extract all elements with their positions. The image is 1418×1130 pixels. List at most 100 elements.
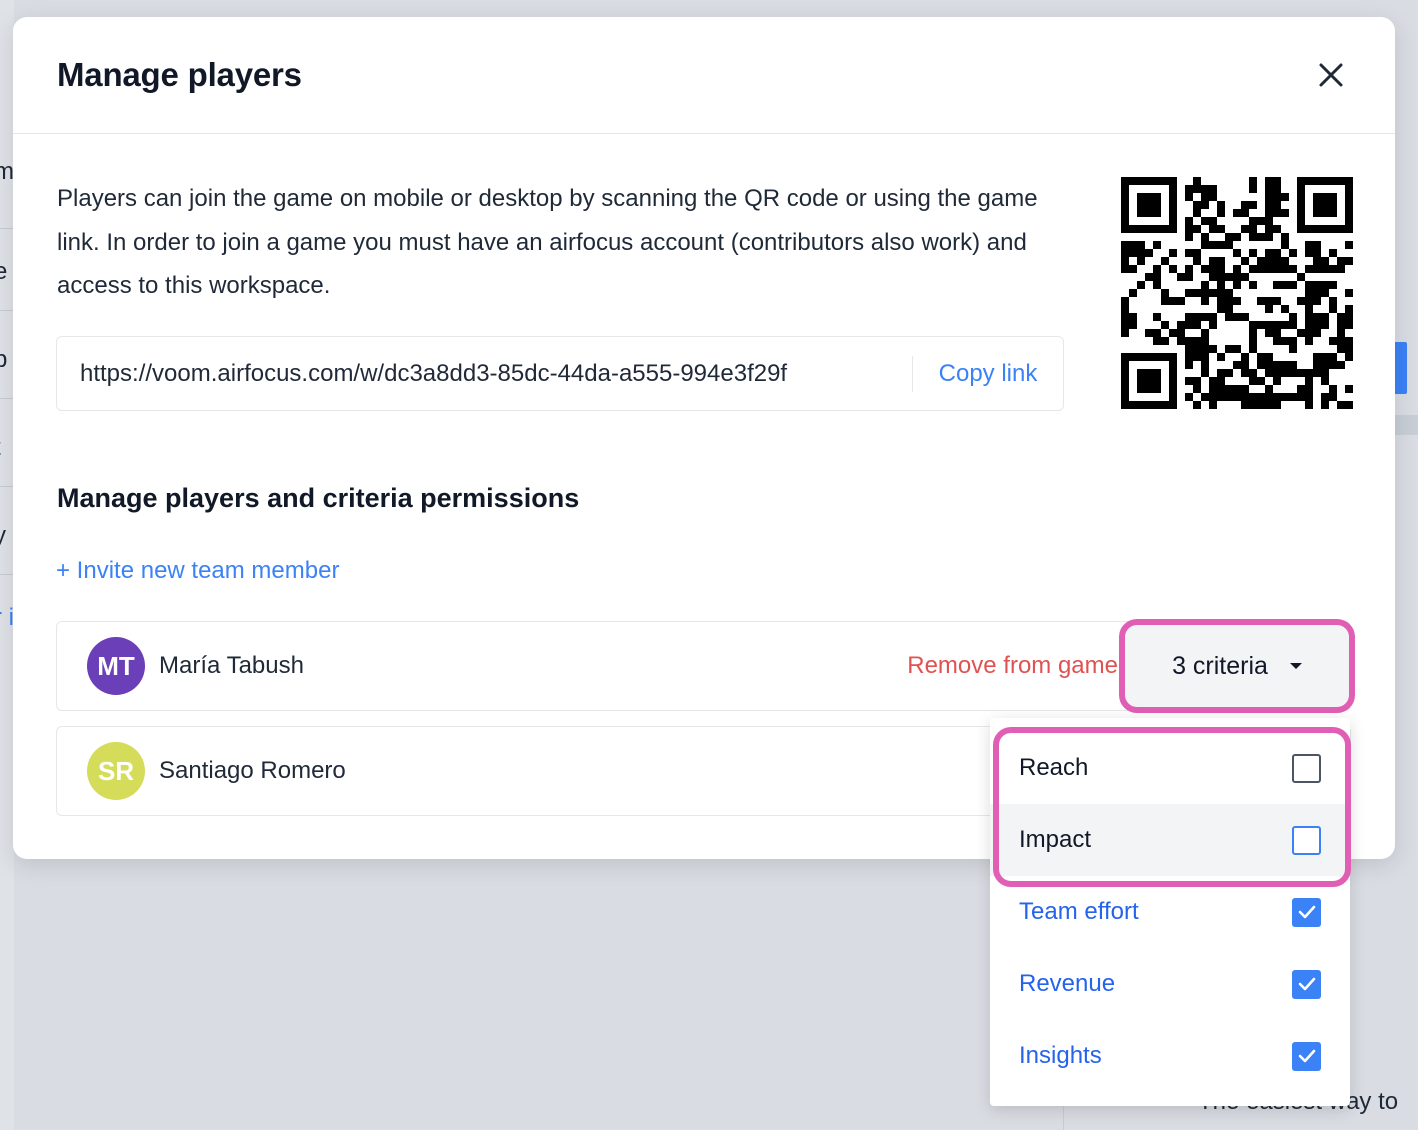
qr-module (1241, 353, 1249, 361)
qr-module (1241, 225, 1249, 233)
copy-link-button[interactable]: Copy link (913, 360, 1063, 388)
criteria-option-team-effort[interactable]: Team effort (990, 876, 1350, 948)
qr-module (1233, 281, 1241, 289)
qr-module (1265, 257, 1273, 265)
qr-module (1209, 345, 1217, 353)
qr-module (1289, 393, 1297, 401)
qr-module (1177, 297, 1185, 305)
qr-module (1241, 369, 1249, 377)
qr-module (1153, 273, 1161, 281)
qr-module (1337, 329, 1345, 337)
background-text-fragment: y (0, 522, 6, 549)
qr-module (1329, 265, 1337, 273)
qr-module (1321, 369, 1329, 377)
qr-module (1313, 321, 1321, 329)
qr-module (1201, 281, 1209, 289)
qr-module (1201, 353, 1209, 361)
remove-from-game-button[interactable]: Remove from game (907, 652, 1118, 680)
qr-module (1305, 377, 1313, 385)
game-link-box: https://voom.airfocus.com/w/dc3a8dd3-85d… (56, 336, 1064, 411)
qr-module (1289, 281, 1297, 289)
criteria-option-revenue[interactable]: Revenue (990, 948, 1350, 1020)
qr-module (1265, 361, 1273, 369)
qr-module (1345, 353, 1353, 361)
qr-module (1305, 241, 1313, 249)
qr-module (1305, 281, 1313, 289)
qr-module (1289, 249, 1297, 257)
qr-module (1289, 369, 1297, 377)
criteria-option-insights[interactable]: Insights (990, 1020, 1350, 1092)
qr-module (1289, 361, 1297, 369)
qr-module (1265, 265, 1273, 273)
qr-module (1145, 273, 1153, 281)
qr-module (1265, 233, 1273, 241)
qr-module (1249, 377, 1257, 385)
qr-module (1209, 257, 1217, 265)
qr-module (1201, 361, 1209, 369)
checkbox-checked[interactable] (1292, 969, 1321, 999)
qr-module (1273, 249, 1281, 257)
qr-module (1345, 345, 1353, 353)
qr-module (1305, 329, 1313, 337)
qr-module (1257, 401, 1265, 409)
qr-module (1209, 241, 1217, 249)
qr-module (1321, 257, 1329, 265)
qr-module (1265, 329, 1273, 337)
qr-module (1321, 281, 1329, 289)
qr-module (1249, 201, 1257, 209)
qr-module (1273, 265, 1281, 273)
qr-module (1217, 209, 1225, 217)
qr-module (1225, 297, 1233, 305)
criteria-button-label: 3 criteria (1172, 651, 1268, 680)
background-divider (0, 228, 14, 229)
qr-module (1281, 233, 1289, 241)
qr-module (1217, 353, 1225, 361)
qr-module (1265, 249, 1273, 257)
qr-module (1129, 265, 1137, 273)
check-icon (1298, 1049, 1315, 1063)
qr-module (1273, 193, 1281, 201)
qr-module (1305, 313, 1313, 321)
criteria-option-impact[interactable]: Impact (990, 804, 1350, 876)
player-name: Santiago Romero (159, 757, 346, 784)
checkbox-checked[interactable] (1292, 897, 1321, 927)
qr-module (1265, 185, 1273, 193)
qr-module (1305, 337, 1313, 345)
qr-module (1345, 313, 1353, 321)
qr-module (1137, 193, 1161, 217)
checkbox-unchecked[interactable] (1292, 825, 1321, 855)
qr-module (1217, 297, 1225, 305)
qr-module (1241, 361, 1249, 369)
qr-module (1329, 337, 1337, 345)
qr-module (1137, 249, 1145, 257)
qr-module (1241, 257, 1249, 265)
qr-module (1313, 369, 1321, 377)
qr-module (1305, 249, 1313, 257)
qr-module (1185, 265, 1193, 273)
game-link-url[interactable]: https://voom.airfocus.com/w/dc3a8dd3-85d… (57, 360, 912, 388)
qr-module (1121, 305, 1129, 313)
qr-module (1273, 321, 1281, 329)
checkbox-checked[interactable] (1292, 1041, 1321, 1071)
invite-team-member-link[interactable]: + Invite new team member (56, 557, 339, 585)
qr-module (1337, 313, 1345, 321)
qr-module (1225, 273, 1233, 281)
close-button[interactable] (1311, 55, 1351, 95)
qr-module (1329, 297, 1337, 305)
criteria-option-reach[interactable]: Reach (990, 732, 1350, 804)
qr-module (1193, 225, 1201, 233)
qr-module (1329, 385, 1337, 393)
criteria-dropdown-button[interactable]: 3 criteria (1119, 619, 1355, 713)
qr-module (1209, 393, 1217, 401)
qr-module (1209, 401, 1217, 409)
qr-module (1313, 361, 1321, 369)
qr-module (1249, 265, 1257, 273)
qr-module (1297, 273, 1305, 281)
qr-module (1217, 305, 1225, 313)
checkbox-unchecked[interactable] (1292, 753, 1321, 783)
qr-module (1265, 177, 1273, 185)
qr-module (1313, 297, 1321, 305)
qr-module (1193, 401, 1201, 409)
qr-module (1273, 369, 1281, 377)
qr-module (1305, 305, 1313, 313)
